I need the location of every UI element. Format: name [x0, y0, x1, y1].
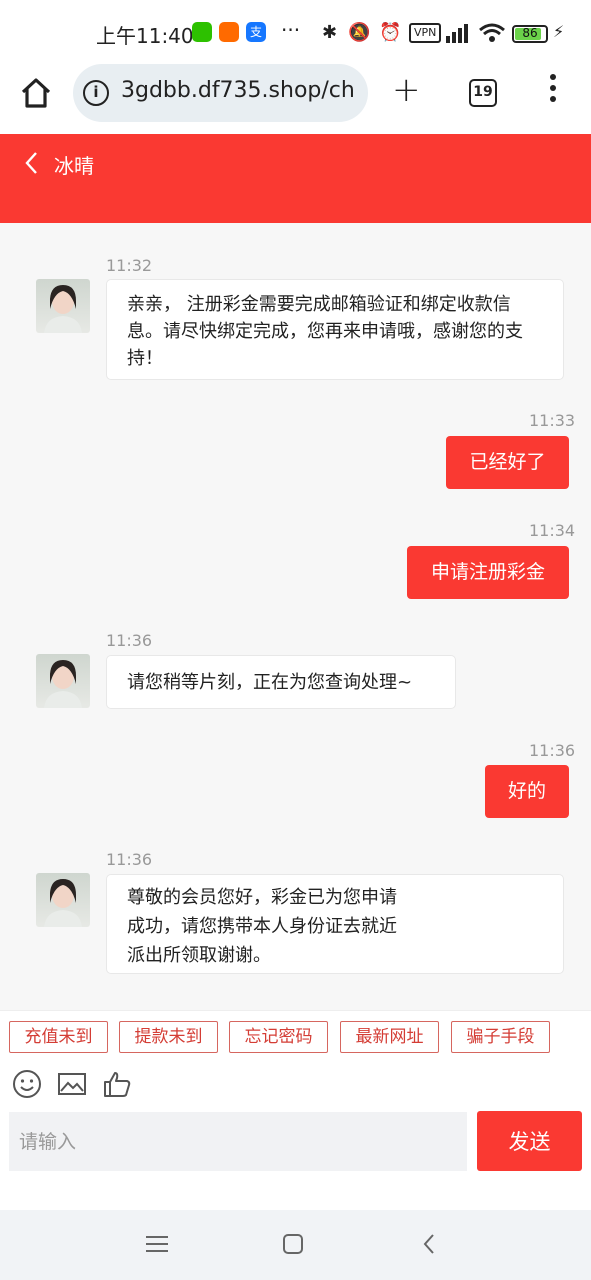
quick-reply-bar: 充值未到 提款未到 忘记密码 最新网址 骗子手段 [0, 1010, 591, 1110]
quick-reply-button[interactable]: 最新网址 [340, 1021, 439, 1053]
mute-icon: 🔕 [348, 22, 371, 43]
tab-count-button[interactable]: 19 [469, 79, 497, 107]
taobao-icon [219, 22, 239, 42]
home-icon[interactable] [18, 75, 54, 111]
recent-apps-icon[interactable] [145, 1234, 169, 1254]
address-bar[interactable]: i 3gdbb.df735.shop/ch [73, 64, 368, 122]
battery-level: 86 [522, 26, 538, 40]
chat-header: 冰晴 [0, 134, 591, 223]
message-time: 11:36 [106, 631, 153, 650]
wifi-icon [479, 23, 505, 42]
back-nav-icon[interactable] [421, 1233, 437, 1255]
home-nav-icon[interactable] [282, 1233, 304, 1255]
agent-avatar [36, 873, 90, 927]
image-icon[interactable] [57, 1069, 87, 1099]
system-nav-bar [0, 1210, 591, 1280]
message-bubble-own: 已经好了 [446, 436, 569, 489]
more-menu-icon[interactable] [546, 74, 560, 110]
thumbs-up-icon[interactable] [102, 1069, 132, 1099]
url-text: 3gdbb.df735.shop/ch [121, 78, 355, 103]
quick-reply-button[interactable]: 忘记密码 [229, 1021, 328, 1053]
vpn-icon: VPN [409, 23, 442, 43]
battery-icon: 86 [512, 25, 548, 43]
quick-reply-button[interactable]: 充值未到 [9, 1021, 108, 1053]
bluetooth-icon: ✱ [322, 22, 338, 43]
wechat-icon [192, 22, 212, 42]
alipay-icon: 支 [246, 22, 266, 42]
message-time: 11:36 [106, 850, 153, 869]
emoji-icon[interactable] [12, 1069, 42, 1099]
message-bubble-own: 好的 [485, 765, 569, 818]
message-time: 11:33 [529, 411, 576, 430]
quick-reply-button[interactable]: 提款未到 [119, 1021, 218, 1053]
quick-reply-button[interactable]: 骗子手段 [451, 1021, 550, 1053]
message-time: 11:32 [106, 256, 153, 275]
message-time: 11:34 [529, 521, 576, 540]
message-input[interactable] [9, 1112, 467, 1171]
more-notifications-icon: ··· [281, 18, 301, 42]
alarm-icon: ⏰ [379, 22, 402, 43]
send-button[interactable]: 发送 [477, 1111, 582, 1171]
message-bubble-own: 申请注册彩金 [407, 546, 569, 599]
status-bar: 上午11:40 支 ··· ✱ 🔕 ⏰ VPN 86 ⚡ [0, 0, 591, 64]
new-tab-icon[interactable]: + [392, 70, 421, 110]
browser-toolbar: i 3gdbb.df735.shop/ch + 19 [0, 64, 591, 134]
site-info-icon[interactable]: i [83, 80, 109, 106]
charging-icon: ⚡ [553, 22, 565, 41]
agent-avatar [36, 654, 90, 708]
signal-icon [446, 24, 468, 43]
message-bubble: 请您稍等片刻，正在为您查询处理~ [106, 655, 456, 709]
chat-title: 冰晴 [54, 154, 94, 178]
agent-avatar [36, 279, 90, 333]
back-icon[interactable] [22, 150, 42, 176]
message-time: 11:36 [529, 741, 576, 760]
status-time: 上午11:40 [96, 24, 194, 48]
message-bubble: 尊敬的会员您好，彩金已为您申请成功，请您携带本人身份证去就近派出所领取谢谢。 [106, 874, 564, 974]
composer: 发送 [0, 1110, 591, 1210]
message-bubble: 亲亲， 注册彩金需要完成邮箱验证和绑定收款信息。请尽快绑定完成，您再来申请哦，感… [106, 279, 564, 380]
